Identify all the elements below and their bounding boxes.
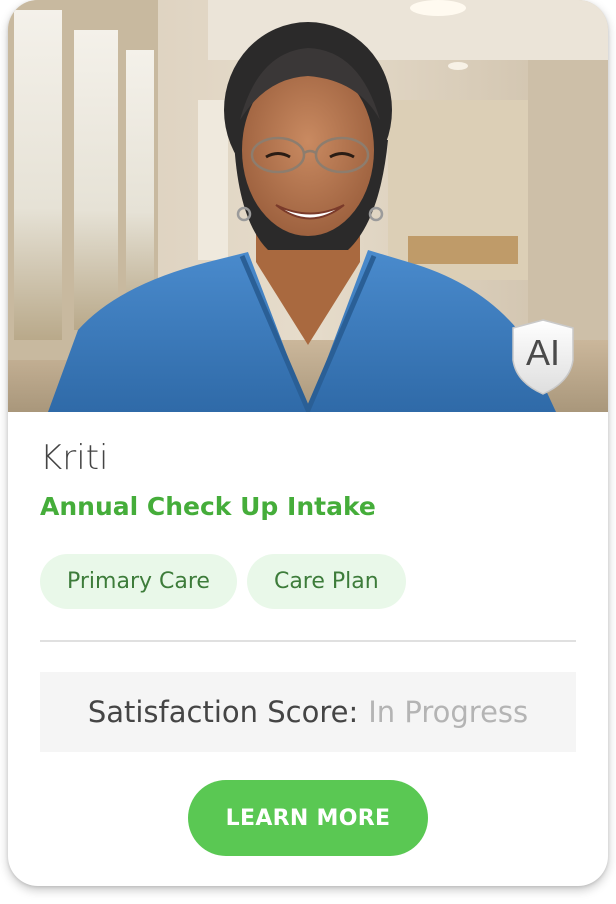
profile-name: Kriti [40,438,109,478]
ai-badge: AI [510,318,576,396]
learn-more-button[interactable]: LEARN MORE [188,780,428,856]
profile-card: AI Kriti Annual Check Up Intake Primary … [8,0,608,886]
tag-list: Primary Care Care Plan [40,554,406,609]
tag-primary-care: Primary Care [40,554,237,609]
divider [40,640,576,642]
satisfaction-score-label: Satisfaction Score: [87,695,359,729]
satisfaction-score: Satisfaction Score: In Progress [40,672,576,752]
profile-photo: AI [8,0,608,412]
tag-care-plan: Care Plan [246,554,406,609]
ai-badge-label: AI [525,332,560,373]
profile-title: Annual Check Up Intake [40,492,376,521]
satisfaction-score-value: In Progress [368,695,529,729]
